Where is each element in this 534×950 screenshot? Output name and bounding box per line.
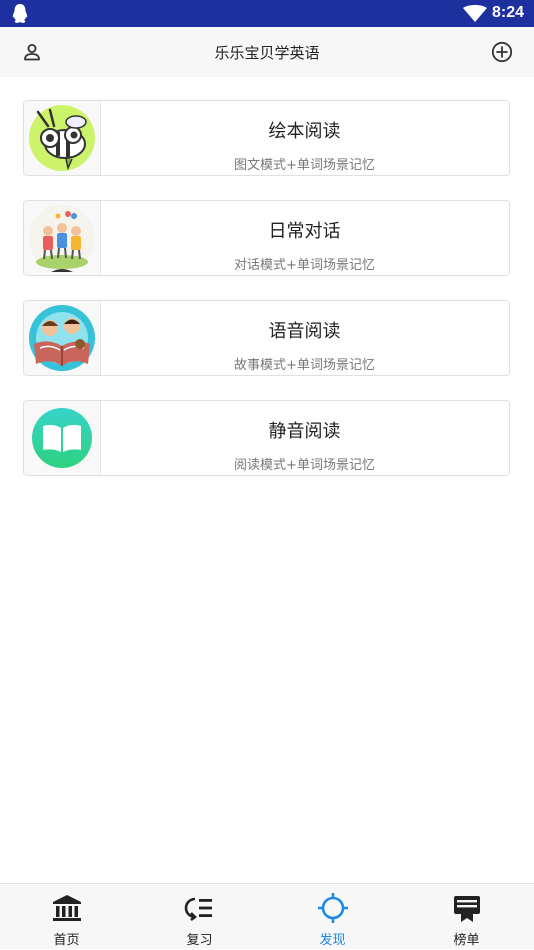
open-book-icon xyxy=(32,408,92,468)
page-title: 乐乐宝贝学英语 xyxy=(214,44,320,62)
tab-label: 发现 xyxy=(319,933,346,948)
card-subtitle: 故事模式+单词场景记忆 xyxy=(234,358,375,373)
card-thumbnail xyxy=(24,301,101,375)
kids-reading-book-icon xyxy=(29,305,95,371)
tab-review[interactable]: 复习 xyxy=(133,884,266,950)
card-title: 静音阅读 xyxy=(268,421,341,442)
tab-label: 榜单 xyxy=(453,933,480,948)
ranking-board-icon xyxy=(453,896,480,922)
card-subtitle: 阅读模式+单词场景记忆 xyxy=(234,458,375,473)
app-header: 乐乐宝贝学英语 xyxy=(0,27,534,77)
card-silent-reading[interactable]: 静音阅读 阅读模式+单词场景记忆 xyxy=(23,400,510,476)
card-title: 绘本阅读 xyxy=(268,121,341,142)
card-subtitle: 对话模式+单词场景记忆 xyxy=(234,258,375,273)
status-bar: 8:24 xyxy=(0,0,534,27)
wifi-icon xyxy=(463,5,487,22)
card-title: 日常对话 xyxy=(268,221,341,242)
tab-home[interactable]: 首页 xyxy=(0,884,133,950)
status-time: 8:24 xyxy=(491,4,524,21)
bee-cartoon-icon xyxy=(29,105,95,171)
tab-label: 复习 xyxy=(186,933,213,948)
card-title: 语音阅读 xyxy=(268,321,341,342)
tab-discover[interactable]: 发现 xyxy=(266,884,399,950)
card-thumbnail xyxy=(24,101,101,175)
card-picture-book-reading[interactable]: 绘本阅读 图文模式+单词场景记忆 xyxy=(23,100,510,176)
add-circle-icon[interactable] xyxy=(491,41,513,63)
review-list-icon xyxy=(184,897,212,922)
qq-penguin-icon xyxy=(12,4,28,23)
children-playing-icon xyxy=(29,205,95,272)
tab-ranking[interactable]: 榜单 xyxy=(400,884,533,950)
bottom-tab-bar: 首页 复习 发现 榜单 xyxy=(0,883,534,949)
target-icon xyxy=(317,893,348,923)
card-voice-reading[interactable]: 语音阅读 故事模式+单词场景记忆 xyxy=(23,300,510,376)
card-daily-dialogue[interactable]: 日常对话 对话模式+单词场景记忆 xyxy=(23,200,510,276)
bank-icon xyxy=(52,895,81,921)
card-thumbnail xyxy=(24,201,101,275)
card-thumbnail xyxy=(24,401,101,475)
card-subtitle: 图文模式+单词场景记忆 xyxy=(234,158,375,173)
tab-label: 首页 xyxy=(53,933,80,948)
